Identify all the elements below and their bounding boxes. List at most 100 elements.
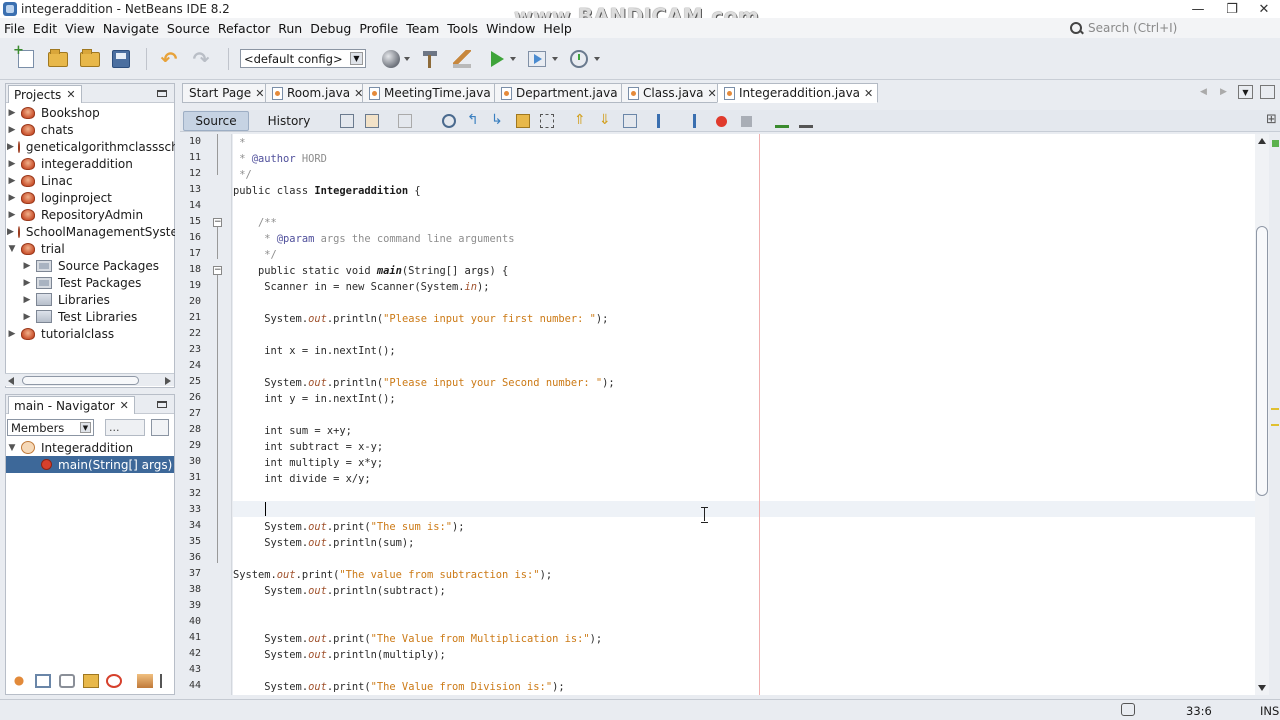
code-line[interactable]: int y = in.nextInt(); (233, 391, 395, 407)
code-line[interactable]: * (233, 135, 245, 151)
code-line[interactable]: System.out.println(subtract); (233, 583, 445, 599)
code-line[interactable]: System.out.print("The Value from Divisio… (233, 679, 564, 695)
tab-department-java[interactable]: Department.java✕ (494, 83, 636, 103)
start-macro-recording-icon[interactable] (716, 116, 727, 127)
menu-debug[interactable]: Debug (306, 21, 355, 36)
expand-icon[interactable]: ▶ (7, 108, 17, 118)
close-window-button[interactable]: ✕ (1244, 0, 1280, 18)
annotation-mark[interactable] (1271, 408, 1279, 410)
redo-button[interactable]: ↷ (189, 47, 213, 71)
tab-meetingtime-java[interactable]: MeetingTime.java✕ (362, 83, 509, 103)
code-line[interactable]: * @author HORD (233, 151, 327, 167)
code-line[interactable]: System.out.print("The Value from Multipl… (233, 631, 602, 647)
debug-button[interactable] (525, 47, 549, 71)
tree-item-chats[interactable]: ▶ chats (7, 121, 74, 138)
filter-static-icon[interactable] (35, 674, 51, 688)
expand-icon[interactable]: ▶ (7, 159, 17, 169)
menu-file[interactable]: File (0, 21, 29, 36)
close-icon[interactable]: ✕ (255, 87, 264, 100)
tree-item-loginproject[interactable]: ▶ loginproject (7, 189, 112, 206)
code-line[interactable]: Scanner in = new Scanner(System.in); (233, 279, 489, 295)
code-line[interactable]: System.out.println("Please input your fi… (233, 311, 608, 327)
tab-navigator[interactable]: main - Navigator ✕ (8, 396, 135, 414)
tab-history[interactable]: History (256, 111, 322, 131)
code-line[interactable]: int subtract = x-y; (233, 439, 383, 455)
code-line[interactable]: int multiply = x*y; (233, 455, 383, 471)
menu-refactor[interactable]: Refactor (214, 21, 274, 36)
close-icon[interactable]: ✕ (708, 87, 717, 100)
show-opened-documents-icon[interactable]: ▼ (1238, 85, 1253, 99)
annotation-mark[interactable] (1271, 424, 1279, 426)
next-bookmark-icon[interactable]: ⇓ (599, 113, 613, 128)
tab-room-java[interactable]: Room.java ✕ (265, 83, 369, 103)
collapse-icon[interactable]: ▼ (7, 244, 17, 254)
code-line[interactable]: System.out.println(sum); (233, 535, 414, 551)
config-dropdown[interactable]: <default config> ▼ (240, 49, 366, 68)
expand-icon[interactable]: ▶ (22, 312, 32, 322)
code-line[interactable]: */ (233, 167, 252, 183)
search-input[interactable] (1088, 21, 1268, 35)
shift-right-icon[interactable] (682, 114, 696, 128)
scroll-thumb[interactable] (22, 376, 139, 385)
projects-horizontal-scrollbar[interactable] (5, 373, 174, 386)
filter-nonpublic-icon[interactable] (59, 674, 75, 688)
expand-icon[interactable]: ▶ (7, 142, 14, 152)
menu-window[interactable]: Window (482, 21, 539, 36)
back-icon[interactable] (365, 114, 379, 128)
code-line[interactable]: public class Integeraddition { (233, 183, 421, 199)
chevron-down-icon[interactable]: ▼ (80, 422, 91, 433)
forward-icon[interactable] (398, 114, 412, 128)
tab-source[interactable]: Source (183, 111, 249, 131)
menu-help[interactable]: Help (539, 21, 576, 36)
last-edit-icon[interactable] (340, 114, 354, 128)
filter-fields-icon[interactable] (11, 674, 27, 688)
scroll-thumb[interactable] (1256, 226, 1268, 496)
toggle-bookmark-icon[interactable] (623, 114, 637, 128)
code-line[interactable]: System.out.print("The value from subtrac… (233, 567, 552, 583)
menu-team[interactable]: Team (402, 21, 443, 36)
scroll-left-icon[interactable] (8, 377, 14, 385)
scroll-down-icon[interactable] (1258, 685, 1266, 691)
navigator-options-icon[interactable] (151, 419, 169, 436)
tree-item-trial[interactable]: ▼ trial (7, 240, 65, 257)
menu-run[interactable]: Run (274, 21, 306, 36)
sort-by-name-icon[interactable] (137, 674, 153, 688)
profile-button[interactable] (567, 47, 591, 71)
code-line[interactable]: System.out.print("The sum is:"); (233, 519, 464, 535)
uncomment-icon[interactable] (799, 114, 813, 128)
expand-icon[interactable]: ▶ (7, 125, 17, 135)
menu-edit[interactable]: Edit (29, 21, 61, 36)
navigator-class-node[interactable]: ▼ Integeraddition (7, 439, 134, 456)
code-line[interactable]: int x = in.nextInt(); (233, 343, 395, 359)
undo-button[interactable]: ↶ (157, 47, 181, 71)
new-file-button[interactable] (13, 43, 38, 71)
search-icon[interactable] (1066, 19, 1088, 37)
code-line[interactable]: int sum = x+y; (233, 423, 352, 439)
minimize-panel-icon[interactable] (157, 401, 167, 408)
tab-projects[interactable]: Projects ✕ (8, 85, 82, 103)
code-line[interactable]: /** (233, 215, 277, 231)
clean-build-button[interactable] (450, 47, 474, 71)
scroll-tabs-right-icon[interactable]: ▶ (1220, 87, 1227, 97)
collapse-icon[interactable]: ▼ (7, 443, 17, 453)
fold-toggle-icon[interactable]: − (213, 218, 222, 227)
tree-item-geneticalgorithm[interactable]: ▶ geneticalgorithmclasssch (7, 138, 175, 155)
menu-source[interactable]: Source (163, 21, 214, 36)
expand-icon[interactable]: ▶ (22, 261, 32, 271)
find-previous-icon[interactable]: ↰ (467, 113, 481, 128)
scroll-up-icon[interactable] (1258, 138, 1266, 144)
run-button[interactable] (485, 47, 509, 71)
code-line[interactable]: System.out.println("Please input your Se… (233, 375, 614, 391)
tree-item-source-packages[interactable]: ▶ Source Packages (22, 257, 160, 274)
fold-toggle-icon[interactable]: − (213, 266, 222, 275)
expand-icon[interactable]: ▶ (7, 176, 17, 186)
expand-icon[interactable]: ▶ (7, 210, 17, 220)
chevron-down-icon[interactable] (510, 57, 516, 61)
notifications-icon[interactable] (1121, 703, 1135, 716)
stop-macro-recording-icon[interactable] (741, 116, 752, 127)
code-line[interactable]: System.out.println(multiply); (233, 647, 445, 663)
minimize-panel-icon[interactable] (157, 90, 167, 97)
menu-profile[interactable]: Profile (355, 21, 402, 36)
comment-icon[interactable] (775, 114, 789, 128)
code-line[interactable]: */ (233, 247, 277, 263)
